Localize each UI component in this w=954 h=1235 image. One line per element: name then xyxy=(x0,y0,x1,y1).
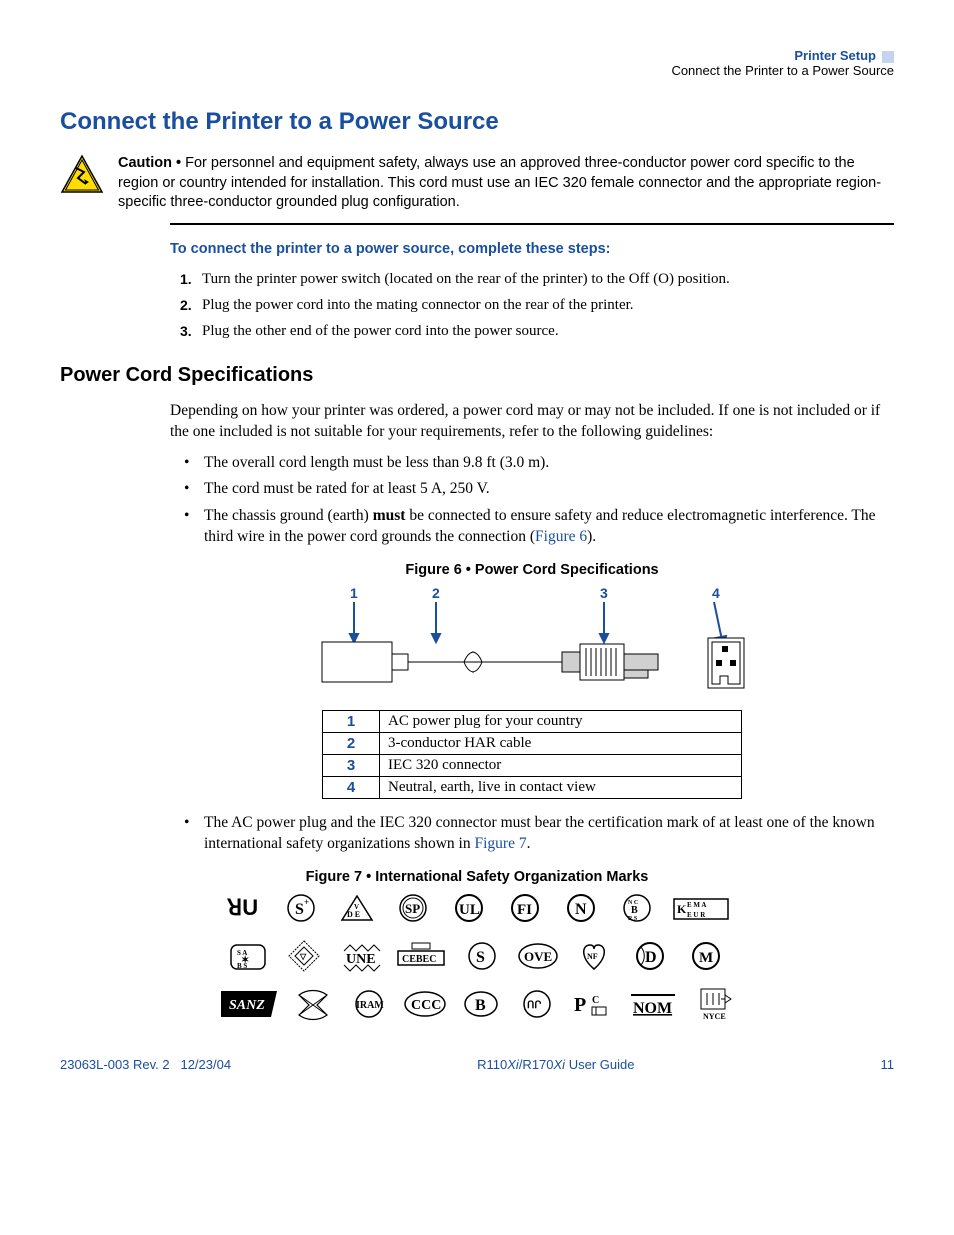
caution-label: Caution • xyxy=(118,155,181,171)
svg-text:NOM: NOM xyxy=(633,1000,672,1017)
header-section: Connect the Printer to a Power Source xyxy=(60,63,894,78)
svg-text:SANZ: SANZ xyxy=(229,998,265,1013)
pct-mark: PC xyxy=(573,987,613,1021)
page-footer: 23063L-003 Rev. 2 12/23/04 R110Xi/R170Xi… xyxy=(60,1057,894,1072)
steps-heading: To connect the printer to a power source… xyxy=(170,241,894,257)
figure-6-caption: Figure 6 • Power Cord Specifications xyxy=(170,562,894,578)
svg-text:+: + xyxy=(304,897,309,907)
svg-text:B S: B S xyxy=(237,962,247,970)
svg-text:E U R: E U R xyxy=(687,911,706,919)
safety-marks-grid: ꓤU S+ D EV SP UL FI N N CBR S KE M AE U … xyxy=(217,891,737,1021)
footer-title: R110Xi/R170Xi User Guide xyxy=(231,1057,880,1072)
figure-7-caption: Figure 7 • International Safety Organiza… xyxy=(60,869,894,885)
sp-circle-mark: SP xyxy=(393,891,433,925)
svg-text:E M A: E M A xyxy=(687,901,706,909)
fig6-label-4: 4 xyxy=(712,585,720,601)
caution-text: Caution • For personnel and equipment sa… xyxy=(118,154,894,213)
une-mark: UNE xyxy=(340,939,380,973)
svg-text:S: S xyxy=(295,901,304,918)
nbr-mark: N CBR S xyxy=(617,891,657,925)
ove-mark: OVE xyxy=(518,939,558,973)
svg-text:K: K xyxy=(677,902,687,916)
fig6-label-2: 2 xyxy=(432,585,440,601)
svg-text:IRAM: IRAM xyxy=(356,1000,384,1011)
svg-text:UL: UL xyxy=(459,902,480,918)
figure-6-diagram: 1 2 3 4 xyxy=(302,584,762,704)
step: 2.Plug the power cord into the mating co… xyxy=(180,297,894,314)
kema-keur-mark: KE M A E U R xyxy=(673,891,729,925)
svg-text:UNE: UNE xyxy=(346,952,376,967)
steps-list: 1.Turn the printer power switch (located… xyxy=(180,271,894,340)
svg-text:R S: R S xyxy=(628,916,638,922)
svg-text:C: C xyxy=(592,995,599,1006)
bullet: The AC power plug and the IEC 320 connec… xyxy=(184,813,894,855)
step: 3.Plug the other end of the power cord i… xyxy=(180,323,894,340)
s-plus-mark: S+ xyxy=(281,891,321,925)
svg-text:N: N xyxy=(575,901,587,918)
caution-icon xyxy=(60,154,104,197)
svg-text:ՈՐ: ՈՐ xyxy=(527,1000,541,1011)
svg-text:B: B xyxy=(475,997,486,1014)
step: 1.Turn the printer power switch (located… xyxy=(180,271,894,288)
caution-block: Caution • For personnel and equipment sa… xyxy=(60,154,894,213)
nyce-mark: NYCE xyxy=(693,987,733,1021)
svg-text:S: S xyxy=(476,949,485,966)
n-circle-mark: N xyxy=(561,891,601,925)
caution-body: For personnel and equipment safety, alwa… xyxy=(118,155,881,210)
header-marker-box xyxy=(882,51,894,63)
figure-link[interactable]: Figure 6 xyxy=(535,528,587,545)
svg-text:NYCE: NYCE xyxy=(703,1012,726,1021)
spec-bullets: The overall cord length must be less tha… xyxy=(184,453,894,549)
svg-text:CEBEC: CEBEC xyxy=(402,954,436,965)
section-heading: Connect the Printer to a Power Source xyxy=(60,108,894,136)
fi-circle-mark: FI xyxy=(505,891,545,925)
ccc-mark: CCC xyxy=(405,987,445,1021)
bullet: The chassis ground (earth) must be conne… xyxy=(184,506,894,548)
bullet: The cord must be rated for at least 5 A,… xyxy=(184,479,894,500)
svg-text:NF: NF xyxy=(587,952,598,961)
svg-text:D: D xyxy=(645,949,657,966)
svg-text:P: P xyxy=(574,994,586,1016)
ul-circle-mark: UL xyxy=(449,891,489,925)
saa-mark: ▽ xyxy=(284,939,324,973)
page-header: Printer Setup Connect the Printer to a P… xyxy=(60,48,894,78)
footer-page-number: 11 xyxy=(881,1057,895,1072)
bsi-kite-mark xyxy=(293,987,333,1021)
svg-text:CCC: CCC xyxy=(411,998,441,1013)
svg-text:SP: SP xyxy=(405,901,420,916)
fig6-label-1: 1 xyxy=(350,585,358,601)
d-circle-mark: D xyxy=(630,939,670,973)
psb-mark: ՈՐ xyxy=(517,987,557,1021)
s-circle-mark: S xyxy=(462,939,502,973)
svg-text:ꓤU: ꓤU xyxy=(226,895,258,920)
svg-text:D E: D E xyxy=(347,910,360,919)
spec-intro: Depending on how your printer was ordere… xyxy=(170,401,894,443)
ru-mark: ꓤU xyxy=(225,891,265,925)
footer-left: 23063L-003 Rev. 2 12/23/04 xyxy=(60,1057,231,1072)
nom-mark: NOM xyxy=(629,987,677,1021)
figure-6-legend: 1AC power plug for your country 23-condu… xyxy=(322,710,742,799)
figure-link[interactable]: Figure 7 xyxy=(474,835,526,852)
subsection-heading: Power Cord Specifications xyxy=(60,364,894,387)
divider xyxy=(170,223,894,225)
svg-text:▽: ▽ xyxy=(299,952,307,961)
svg-text:M: M xyxy=(699,950,713,966)
svg-text:OVE: OVE xyxy=(524,949,552,964)
spec-bullets-2: The AC power plug and the IEC 320 connec… xyxy=(184,813,894,855)
svg-text:V: V xyxy=(354,903,359,911)
sabs-mark: S A✶B S xyxy=(228,939,268,973)
m-circle-mark: M xyxy=(686,939,726,973)
iram-mark: IRAM xyxy=(349,987,389,1021)
b-ellipse-mark: B xyxy=(461,987,501,1021)
svg-text:B: B xyxy=(631,905,638,916)
svg-text:FI: FI xyxy=(517,902,532,918)
vde-triangle-mark: D EV xyxy=(337,891,377,925)
sanz-mark: SANZ xyxy=(221,987,277,1021)
bullet: The overall cord length must be less tha… xyxy=(184,453,894,474)
fig6-label-3: 3 xyxy=(600,585,608,601)
header-chapter: Printer Setup xyxy=(794,48,876,63)
nf-heart-mark: NF xyxy=(574,939,614,973)
cebec-mark: CEBEC xyxy=(396,939,446,973)
